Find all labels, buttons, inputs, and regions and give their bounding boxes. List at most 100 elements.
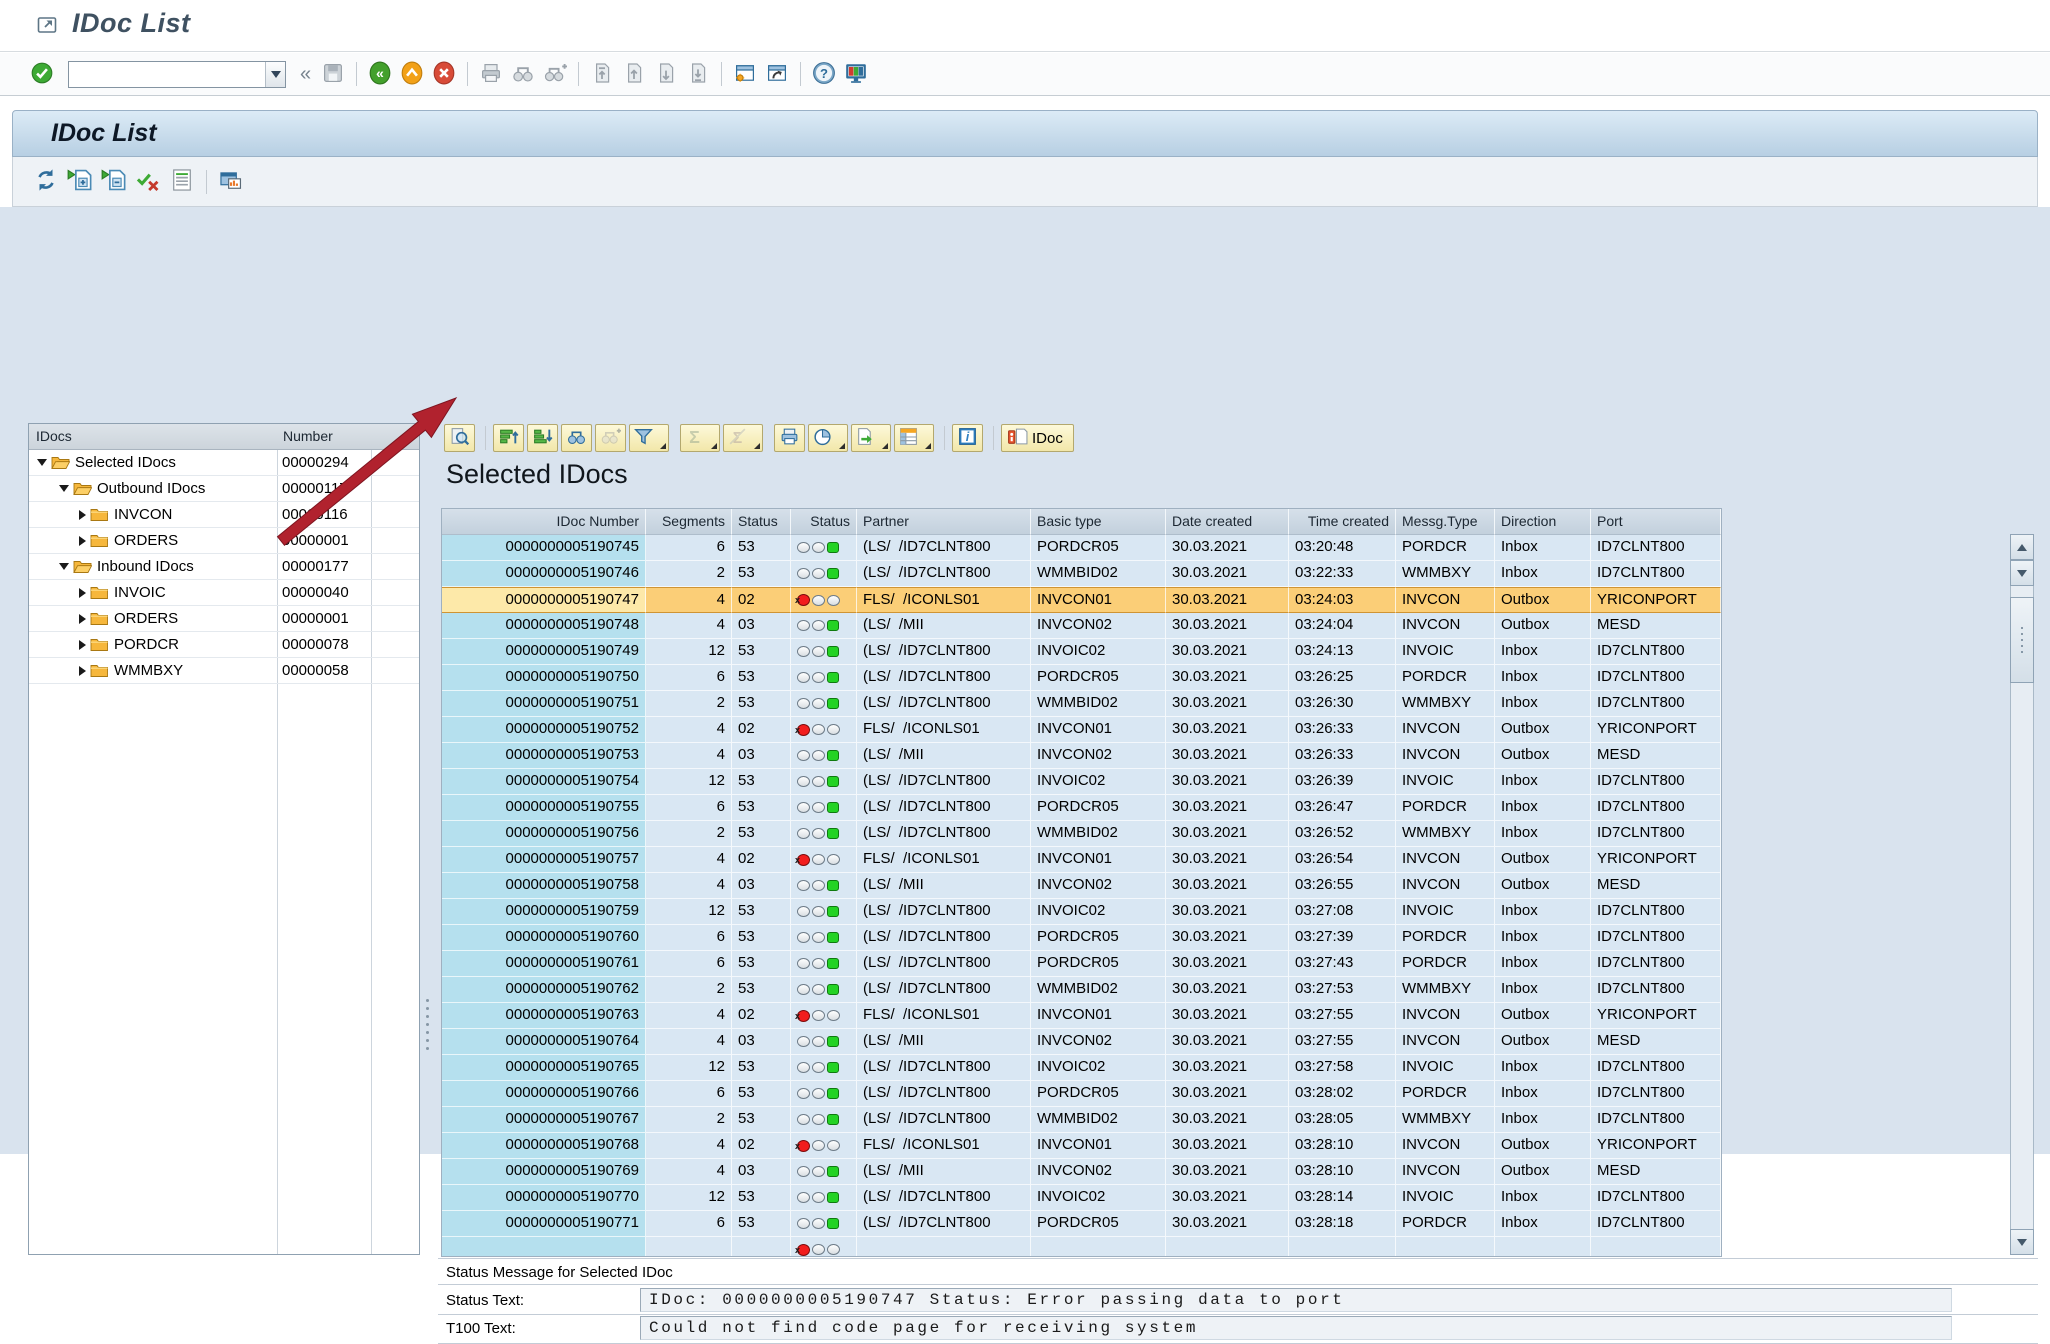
tree-node-inbound-idocs[interactable]: Inbound IDocs00000177 (29, 554, 419, 580)
grid-column-header-date_created[interactable]: Date created (1166, 509, 1289, 535)
grid-row[interactable]: 00000000051907541253(LS/ /ID7CLNT800INVO… (442, 769, 1721, 795)
grid-row[interactable]: 0000000005190762253(LS/ /ID7CLNT800WMMBI… (442, 977, 1721, 1003)
grid-row[interactable]: 0000000005190756253(LS/ /ID7CLNT800WMMBI… (442, 821, 1721, 847)
panel-splitter[interactable] (424, 999, 430, 1050)
print-table-button[interactable] (774, 424, 805, 452)
print-button[interactable] (476, 59, 506, 89)
tree-header-number[interactable]: Number (283, 428, 333, 444)
grid-column-header-light[interactable]: Status (791, 509, 857, 535)
collapse-triangle-icon[interactable] (59, 485, 69, 492)
collapse-all-button[interactable] (98, 166, 130, 198)
grid-row[interactable]: 0000000005190755653(LS/ /ID7CLNT800PORDC… (442, 795, 1721, 821)
grid-row[interactable]: 00000000051907701253(LS/ /ID7CLNT800INVO… (442, 1185, 1721, 1211)
grid-column-header-idoc[interactable]: IDoc Number (442, 509, 646, 535)
filter-button[interactable] (629, 424, 669, 452)
grid-row[interactable]: 0000000005190764403(LS/ /MIIINVCON0230.0… (442, 1029, 1721, 1055)
status-text-field[interactable]: IDoc: 0000000005190747 Status: Error pas… (640, 1288, 1952, 1312)
grid-row[interactable]: 0000000005190767253(LS/ /ID7CLNT800WMMBI… (442, 1107, 1721, 1133)
grid-row[interactable]: 0000000005190752402FLS/ /ICONLS01INVCON0… (442, 717, 1721, 743)
grid-column-header-port[interactable]: Port (1591, 509, 1721, 535)
grid-column-header-segments[interactable]: Segments (646, 509, 732, 535)
grid-row[interactable]: 0000000005190748403(LS/ /MIIINVCON0230.0… (442, 613, 1721, 639)
tree-node-selected-idocs[interactable]: Selected IDocs00000294 (29, 450, 419, 476)
save-button[interactable] (318, 59, 348, 89)
select-deselect-button[interactable] (132, 166, 164, 198)
grid-column-header-messg_type[interactable]: Messg.Type (1396, 509, 1495, 535)
sum-button[interactable]: Σ (680, 424, 720, 452)
find-next-button[interactable] (540, 59, 570, 89)
grid-row[interactable]: 00000000051907491253(LS/ /ID7CLNT800INVO… (442, 639, 1721, 665)
grid-row[interactable]: 00000000051907651253(LS/ /ID7CLNT800INVO… (442, 1055, 1721, 1081)
grid-row[interactable]: 0000000005190750653(LS/ /ID7CLNT800PORDC… (442, 665, 1721, 691)
expand-triangle-icon[interactable] (79, 536, 86, 546)
tree-node-pordcr[interactable]: PORDCR00000078 (29, 632, 419, 658)
help-button[interactable]: ? (809, 59, 839, 89)
find-next-table-button[interactable] (595, 424, 626, 452)
find-table-button[interactable] (561, 424, 592, 452)
last-page-button[interactable] (683, 59, 713, 89)
expand-triangle-icon[interactable] (79, 640, 86, 650)
sort-asc-button[interactable] (493, 424, 524, 452)
page-up-button[interactable] (619, 59, 649, 89)
first-page-button[interactable] (587, 59, 617, 89)
grid-row[interactable]: 0000000005190746253(LS/ /ID7CLNT800WMMBI… (442, 561, 1721, 587)
tree-node-orders[interactable]: ORDERS00000001 (29, 606, 419, 632)
grid-row[interactable]: 0000000005190769403(LS/ /MIIINVCON0230.0… (442, 1159, 1721, 1185)
grid-row[interactable]: 0000000005190771653(LS/ /ID7CLNT800PORDC… (442, 1211, 1721, 1237)
grid-column-header-status[interactable]: Status (732, 509, 791, 535)
grid-row[interactable]: 0000000005190745653(LS/ /ID7CLNT800PORDC… (442, 535, 1721, 561)
collapse-toolbar-button[interactable]: « (294, 63, 317, 86)
find-button[interactable] (508, 59, 538, 89)
collapse-triangle-icon[interactable] (59, 563, 69, 570)
scrollbar-thumb[interactable] (2010, 597, 2034, 683)
sort-desc-button[interactable] (527, 424, 558, 452)
grid-row[interactable]: 0000000005190753403(LS/ /MIIINVCON0230.0… (442, 743, 1721, 769)
grid-column-header-partner[interactable]: Partner (857, 509, 1031, 535)
command-field[interactable] (68, 61, 286, 88)
vertical-scrollbar[interactable] (2010, 534, 2034, 1255)
display-list-button[interactable] (166, 166, 198, 198)
choose-layout-button[interactable] (894, 424, 934, 452)
expand-triangle-icon[interactable] (79, 510, 86, 520)
command-input[interactable] (69, 62, 265, 87)
t100-text-field[interactable]: Could not find code page for receiving s… (640, 1316, 1952, 1340)
grid-row[interactable]: 0000000005190761653(LS/ /ID7CLNT800PORDC… (442, 951, 1721, 977)
create-shortcut-button[interactable] (762, 59, 792, 89)
tree-node-wmmbxy[interactable]: WMMBXY00000058 (29, 658, 419, 684)
command-dropdown-icon[interactable] (265, 62, 285, 87)
expand-triangle-icon[interactable] (79, 588, 86, 598)
page-down-button[interactable] (651, 59, 681, 89)
views-button[interactable] (808, 424, 848, 452)
grid-row[interactable]: 00000000051907591253(LS/ /ID7CLNT800INVO… (442, 899, 1721, 925)
scroll-down-button-bottom[interactable] (2010, 1229, 2034, 1255)
details-button[interactable] (444, 424, 475, 452)
subtotal-button[interactable]: Σ (723, 424, 763, 452)
grid-row[interactable] (442, 1237, 1721, 1257)
tree-node-invoic[interactable]: INVOIC00000040 (29, 580, 419, 606)
tree-node-outbound-idocs[interactable]: Outbound IDocs00000117 (29, 476, 419, 502)
info-button[interactable]: i (952, 424, 983, 452)
grid-row[interactable]: 0000000005190751253(LS/ /ID7CLNT800WMMBI… (442, 691, 1721, 717)
refresh-button[interactable] (30, 166, 62, 198)
expand-all-button[interactable] (64, 166, 96, 198)
grid-column-header-direction[interactable]: Direction (1495, 509, 1591, 535)
scroll-down-button[interactable] (2010, 560, 2034, 586)
grid-row[interactable]: 0000000005190763402FLS/ /ICONLS01INVCON0… (442, 1003, 1721, 1029)
grid-row[interactable]: 0000000005190768402FLS/ /ICONLS01INVCON0… (442, 1133, 1721, 1159)
expand-triangle-icon[interactable] (79, 614, 86, 624)
expand-triangle-icon[interactable] (79, 666, 86, 676)
grid-row[interactable]: 0000000005190766653(LS/ /ID7CLNT800PORDC… (442, 1081, 1721, 1107)
scroll-up-button[interactable] (2010, 534, 2034, 560)
grid-row-selected[interactable]: 0000000005190747402FLS/ /ICONLS01INVCON0… (442, 587, 1721, 613)
exit-button[interactable] (397, 59, 427, 89)
collapse-triangle-icon[interactable] (37, 459, 47, 466)
grid-column-header-basic_type[interactable]: Basic type (1031, 509, 1166, 535)
idoc-button[interactable]: IDoc (1001, 424, 1074, 452)
status-monitor-button[interactable] (215, 166, 247, 198)
cancel-button[interactable] (429, 59, 459, 89)
tree-node-invcon[interactable]: INVCON00000116 (29, 502, 419, 528)
enter-button[interactable] (27, 59, 57, 89)
tree-node-orders[interactable]: ORDERS00000001 (29, 528, 419, 554)
tree-header-idocs[interactable]: IDocs (36, 428, 72, 444)
export-button[interactable] (851, 424, 891, 452)
